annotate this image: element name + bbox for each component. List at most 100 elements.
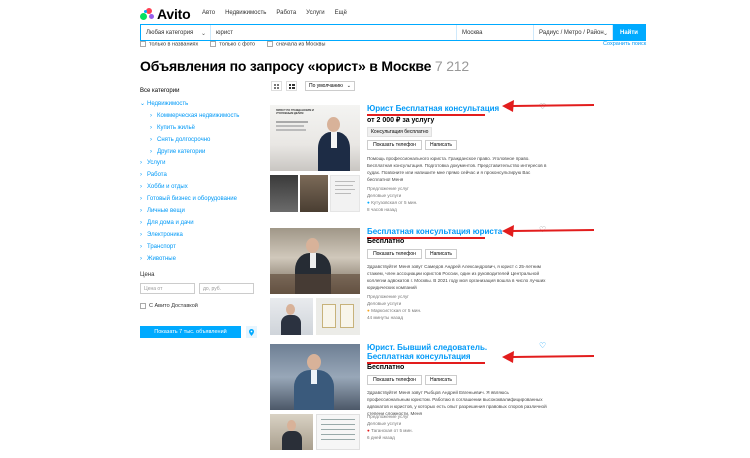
avito-logo[interactable]: Avito (140, 6, 191, 22)
listing-3-write-button[interactable]: Написать (425, 375, 457, 385)
listing-1-thumb-2[interactable] (300, 175, 328, 212)
chevron-down-icon: ⌄ (200, 31, 206, 37)
listing-3-show-phone-button[interactable]: Показать телефон (367, 375, 422, 385)
listing-2-show-phone-button[interactable]: Показать телефон (367, 249, 422, 259)
nav-realty[interactable]: Недвижимость (225, 10, 266, 16)
find-button[interactable]: Найти (613, 25, 645, 40)
logo-dots-icon (140, 8, 154, 20)
listing-1-show-phone-button[interactable]: Показать телефон (367, 140, 422, 150)
sidebar-item-transport[interactable]: › Транспорт (140, 241, 260, 253)
listing-3-thumb-2[interactable] (316, 414, 360, 450)
listing-2-meta: Предложение услуг Деловые услуги ● Маркс… (367, 294, 421, 322)
chevron-right-icon: › (140, 172, 142, 179)
listing-3-photo[interactable] (270, 344, 360, 410)
listing-2-company: Деловые услуги (367, 300, 402, 306)
list-view-button[interactable] (286, 81, 297, 91)
show-results-button[interactable]: Показать 7 тыс. объявлений (140, 326, 241, 338)
listing-2-seller: Предложение услуг (367, 294, 409, 299)
listing-1-tag: Консультация бесплатно (367, 127, 433, 137)
listing-3-title[interactable]: Юрист. Бывший следователь. Бесплатная ко… (367, 343, 517, 361)
chevron-right-icon: › (140, 184, 142, 191)
nav-services[interactable]: Услуги (306, 10, 324, 16)
sidebar-item-services[interactable]: › Услуги (140, 157, 260, 169)
list-icon (288, 83, 295, 89)
only-photo-checkbox[interactable]: только с фото (210, 41, 255, 47)
listing-2-time: 44 минуты назад (367, 314, 404, 320)
listing-2-description: Здравствуйте! Меня зовут Самедов Андрей … (367, 264, 546, 290)
category-value: Любая категория (146, 29, 194, 36)
listing-2-thumb-2[interactable] (316, 298, 360, 335)
listing-1-seller: Предложение услуг (367, 186, 409, 191)
listing-3-company: Деловые услуги (367, 420, 402, 426)
metro-icon: ● (367, 199, 370, 205)
sort-value: По умолчанию (309, 83, 343, 89)
sidebar-item-home[interactable]: › Для дома и дачи (140, 217, 260, 229)
listing-2-thumb-1[interactable] (270, 298, 313, 335)
listing-1-thumb-3[interactable] (330, 175, 360, 212)
sidebar-item-electronics[interactable]: › Электроника (140, 229, 260, 241)
save-search-link[interactable]: Сохранить поиск (603, 41, 646, 47)
listing-2-write-button[interactable]: Написать (425, 249, 457, 259)
moscow-first-checkbox[interactable]: сначала из Москвы (267, 41, 325, 47)
price-label: Цена (140, 272, 155, 278)
sidebar-item-realty[interactable]: ⌄ Недвижимость (140, 98, 260, 110)
page-title: Объявления по запросу «юрист» в Москве 7… (140, 58, 469, 74)
sidebar-item-personal[interactable]: › Личные вещи (140, 205, 260, 217)
chevron-down-icon: ⌄ (140, 101, 146, 108)
nav-job[interactable]: Работа (276, 10, 296, 16)
listing-1-meta: Предложение услуг Деловые услуги ● Кутуз… (367, 186, 417, 214)
sidebar-item-hobby[interactable]: › Хобби и отдых (140, 181, 260, 193)
only-titles-checkbox[interactable]: только в названиях (140, 41, 198, 47)
listing-1-write-button[interactable]: Написать (425, 140, 457, 150)
listing-1-photo[interactable]: ЮРИСТ ПО ГРАЖДАНСКИМ И УГОЛОВНЫМ ДЕЛАМ (270, 105, 360, 171)
sidebar-item-animals[interactable]: › Животные (140, 253, 260, 265)
map-pin-button[interactable] (246, 326, 257, 338)
grid-icon (274, 83, 279, 89)
radius-select[interactable]: Радиус / Метро / Район ⌄ (534, 25, 613, 40)
annotation-arrow-icon (502, 351, 595, 363)
nav-more[interactable]: Ещё (335, 10, 347, 16)
listing-1-location: ● Кутузовская от 5 мин. (367, 199, 418, 205)
listing-1-title[interactable]: Юрист Бесплатная консультация (367, 104, 499, 113)
chevron-right-icon: › (140, 196, 142, 203)
top-nav: Авто Недвижимость Работа Услуги Ещё (202, 10, 347, 16)
listing-2-photo[interactable] (270, 228, 360, 294)
price-to-input[interactable]: до, руб. (199, 283, 254, 294)
chevron-right-icon: › (140, 219, 142, 226)
sidebar-item-commercial[interactable]: › Коммерческая недвижимость (140, 110, 260, 122)
city-select[interactable]: Москва (457, 25, 534, 40)
sidebar-all-categories[interactable]: Все категории (140, 88, 260, 94)
checkbox-icon (140, 303, 146, 309)
sidebar-item-job[interactable]: › Работа (140, 169, 260, 181)
listing-2-title[interactable]: Бесплатная консультация юриста (367, 227, 502, 236)
price-from-input[interactable]: Цена от (140, 283, 195, 294)
chevron-down-icon: ⌄ (346, 83, 351, 89)
results-count: 7 212 (434, 58, 469, 74)
delivery-label: С Авито Доставкой (149, 303, 198, 309)
avito-delivery-checkbox[interactable]: С Авито Доставкой (140, 303, 198, 309)
listing-1-thumb-1[interactable] (270, 175, 298, 212)
sidebar-item-rent-long[interactable]: › Снять долгосрочно (140, 134, 260, 146)
listing-2-location: ● Марксистская от 5 мин. (367, 307, 422, 313)
chevron-right-icon: › (140, 160, 142, 167)
listing-3-thumb-1[interactable] (270, 414, 313, 450)
chevron-right-icon: › (140, 207, 142, 214)
listing-3-time: 6 дней назад (367, 434, 395, 440)
map-pin-icon (249, 328, 254, 336)
listing-1-price: от 2 000 ₽ за услугу (367, 117, 435, 124)
sidebar-item-business[interactable]: › Готовый бизнес и оборудование (140, 193, 260, 205)
chevron-right-icon: › (140, 243, 142, 250)
page-title-text: Объявления по запросу «юрист» в Москве (140, 58, 432, 74)
grid-view-button[interactable] (271, 81, 282, 91)
sidebar-item-other-categories[interactable]: › Другие категории (140, 146, 260, 158)
chevron-right-icon: › (150, 124, 152, 131)
city-value: Москва (462, 29, 483, 36)
favorite-heart-icon[interactable]: ♡ (539, 341, 546, 350)
sidebar-item-buy-housing[interactable]: › Купить жильё (140, 122, 260, 134)
nav-auto[interactable]: Авто (202, 10, 215, 16)
category-select[interactable]: Любая категория ⌄ (141, 25, 211, 40)
search-bar: Любая категория ⌄ юрист Москва Радиус / … (140, 24, 646, 41)
chevron-right-icon: › (140, 231, 142, 238)
search-input[interactable]: юрист (211, 25, 457, 40)
sort-select[interactable]: По умолчанию ⌄ (305, 81, 355, 91)
